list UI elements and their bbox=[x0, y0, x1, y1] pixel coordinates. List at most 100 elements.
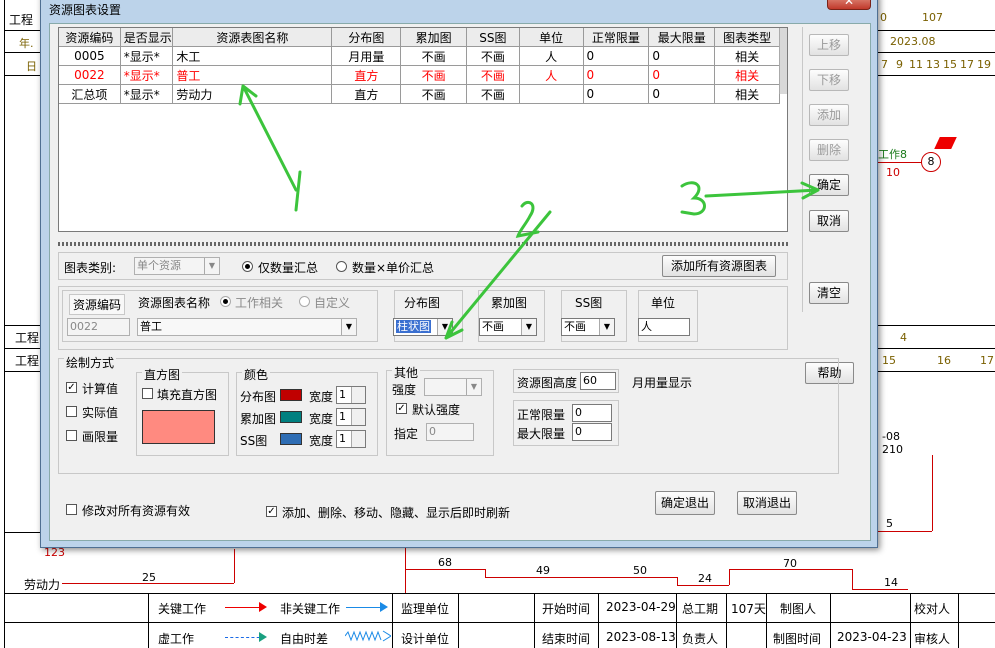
col-header-code[interactable]: 资源编码 bbox=[59, 28, 121, 47]
add-all-resource-charts-button[interactable]: 添加所有资源图表 bbox=[662, 255, 776, 277]
cell-code: 汇总项 bbox=[59, 84, 121, 104]
radio-qty-only[interactable] bbox=[242, 261, 253, 272]
fill-histogram-checkbox[interactable] bbox=[142, 388, 153, 399]
move-up-button[interactable]: 上移 bbox=[809, 34, 849, 56]
bg-labor-49: 49 bbox=[536, 564, 550, 577]
legend-start-time: 2023-04-29 bbox=[606, 600, 676, 614]
fill-histogram-label: 填充直方图 bbox=[157, 388, 218, 402]
dialog-title: 资源图表设置 bbox=[49, 3, 122, 17]
resource-table-panel: 资源编码 是否显示 资源表图名称 分布图 累加图 SS图 单位 正常限量 最大限… bbox=[58, 27, 788, 232]
cancel-exit-button[interactable]: 取消退出 bbox=[737, 491, 797, 515]
chevron-down-icon: ▼ bbox=[466, 379, 481, 395]
col-header-chart-type[interactable]: 图表类型 bbox=[714, 28, 780, 47]
max-limit-input[interactable]: 0 bbox=[572, 423, 612, 441]
bg-label-project: 工程 bbox=[9, 13, 34, 27]
ok-button[interactable]: 确定 bbox=[809, 174, 849, 196]
normal-limit-input[interactable]: 0 bbox=[572, 404, 612, 422]
delete-button[interactable]: 删除 bbox=[809, 139, 849, 161]
accum-color-swatch[interactable] bbox=[280, 411, 302, 423]
ok-exit-button[interactable]: 确定退出 bbox=[655, 491, 715, 515]
cell-normal-limit: 0 bbox=[582, 84, 650, 104]
legend-designer: 设计单位 bbox=[401, 632, 450, 646]
col-header-distribution[interactable]: 分布图 bbox=[331, 28, 402, 47]
ss-width-spinner[interactable]: 1 bbox=[336, 430, 366, 448]
accum-width-spinner[interactable]: 1 bbox=[336, 408, 366, 426]
dist-color-swatch[interactable] bbox=[280, 389, 302, 401]
col-header-unit[interactable]: 单位 bbox=[518, 28, 584, 47]
resource-chart-settings-dialog: 资源图表设置 ✕ 资源编码 是否显示 资源表图名称 分布图 累加图 SS图 单位 bbox=[40, 0, 878, 548]
specify-input[interactable]: 0 bbox=[426, 423, 474, 441]
splitter[interactable] bbox=[58, 242, 788, 246]
unit-label: 单位 bbox=[651, 296, 676, 310]
histogram-color-swatch[interactable] bbox=[142, 410, 215, 444]
ss-select[interactable]: 不画 ▼ bbox=[561, 318, 615, 336]
apply-all-checkbox[interactable] bbox=[66, 504, 77, 515]
move-down-button[interactable]: 下移 bbox=[809, 69, 849, 91]
cancel-button[interactable]: 取消 bbox=[809, 210, 849, 232]
legend-total-duration: 107天 bbox=[731, 602, 766, 616]
chart-height-label: 资源图高度 bbox=[517, 376, 578, 390]
legend-noncritical-work: 非关键工作 bbox=[280, 602, 341, 616]
dist-label: 分布图 bbox=[404, 296, 441, 310]
legend-checker-label: 校对人 bbox=[914, 602, 951, 616]
legend-start-time-label: 开始时间 bbox=[542, 602, 591, 616]
table-row[interactable]: 0005 *显示* 木工 月用量 不画 不画 人 0 0 相关 bbox=[59, 46, 780, 66]
chart-height-input[interactable]: 60 bbox=[580, 372, 616, 390]
table-row-selected[interactable]: 0022 *显示* 普工 直方 不画 不画 人 0 0 相关 bbox=[59, 65, 780, 85]
radio-custom[interactable] bbox=[299, 296, 310, 307]
default-intensity-checkbox[interactable]: ✓ bbox=[396, 403, 407, 414]
cell-code: 0005 bbox=[59, 46, 121, 66]
cell-max-limit: 0 bbox=[648, 65, 716, 85]
refresh-checkbox[interactable]: ✓ bbox=[266, 506, 277, 517]
bg-date-label: 2023.08 bbox=[890, 35, 936, 48]
col-header-show[interactable]: 是否显示 bbox=[119, 28, 174, 47]
calc-value-checkbox[interactable]: ✓ bbox=[66, 382, 77, 393]
bg-number-17: 17 bbox=[980, 354, 994, 367]
bg-right-val-2: 210 bbox=[882, 443, 903, 456]
radio-work-related[interactable] bbox=[220, 296, 231, 307]
cell-unit bbox=[518, 84, 584, 104]
cell-show: *显示* bbox=[119, 65, 174, 85]
bg-right-val-3: 5 bbox=[886, 517, 893, 530]
specify-label: 指定 bbox=[394, 427, 419, 441]
color-title: 颜色 bbox=[242, 366, 271, 383]
col-header-max-limit[interactable]: 最大限量 bbox=[648, 28, 716, 47]
accum-select[interactable]: 不画 ▼ bbox=[479, 318, 537, 336]
table-scrollbar[interactable] bbox=[779, 28, 787, 94]
bg-right-val-1: -08 bbox=[882, 430, 900, 443]
name-select[interactable]: 普工 ▼ bbox=[137, 318, 357, 336]
cell-accumulated: 不画 bbox=[400, 65, 468, 85]
clear-button[interactable]: 清空 bbox=[809, 282, 849, 304]
draw-limit-checkbox[interactable] bbox=[66, 430, 77, 441]
dist-width-spinner[interactable]: 1 bbox=[336, 386, 366, 404]
chart-category-select[interactable]: 单个资源 ▼ bbox=[134, 257, 220, 275]
bg-work8-value: 10 bbox=[886, 166, 900, 179]
intensity-select[interactable]: ▼ bbox=[424, 378, 482, 396]
intensity-label: 强度 bbox=[392, 383, 417, 397]
dist-select[interactable]: 柱状图 ▼ bbox=[393, 318, 453, 336]
dist-width-label: 宽度 bbox=[309, 390, 334, 404]
ss-color-swatch[interactable] bbox=[280, 433, 302, 445]
radio-qty-price[interactable] bbox=[336, 261, 347, 272]
code-input[interactable]: 0022 bbox=[67, 318, 130, 336]
table-row[interactable]: 汇总项 *显示* 劳动力 直方 不画 不画 0 0 相关 bbox=[59, 84, 780, 104]
col-header-normal-limit[interactable]: 正常限量 bbox=[582, 28, 650, 47]
cell-chart-type: 相关 bbox=[714, 84, 780, 104]
col-header-accumulated[interactable]: 累加图 bbox=[400, 28, 468, 47]
bg-day-11: 11 bbox=[909, 58, 923, 71]
bg-labor-label: 劳动力 bbox=[24, 578, 61, 592]
bg-labor-70: 70 bbox=[783, 557, 797, 570]
close-button[interactable]: ✕ bbox=[827, 0, 871, 10]
unit-input[interactable]: 人 bbox=[638, 318, 690, 336]
dialog-client-area: 资源编码 是否显示 资源表图名称 分布图 累加图 SS图 单位 正常限量 最大限… bbox=[49, 23, 871, 541]
add-button[interactable]: 添加 bbox=[809, 104, 849, 126]
col-header-ss[interactable]: SS图 bbox=[466, 28, 520, 47]
actual-value-checkbox[interactable] bbox=[66, 406, 77, 417]
bg-number-15: 15 bbox=[882, 354, 896, 367]
legend-responsible-label: 负责人 bbox=[682, 632, 719, 646]
bg-day-15: 15 bbox=[943, 58, 957, 71]
chevron-down-icon: ▼ bbox=[437, 319, 452, 335]
cell-accumulated: 不画 bbox=[400, 46, 468, 66]
legend-total-duration-label: 总工期 bbox=[682, 602, 719, 616]
col-header-name[interactable]: 资源表图名称 bbox=[172, 28, 333, 47]
